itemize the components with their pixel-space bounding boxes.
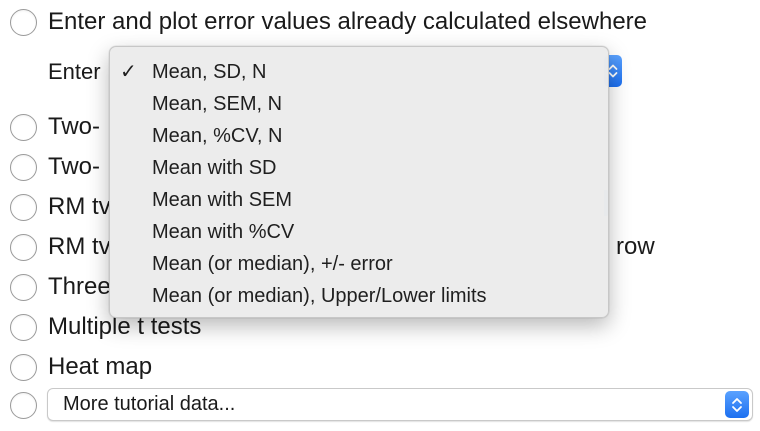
- enter-label: Enter: [48, 59, 101, 84]
- menu-item-label: Mean (or median), +/- error: [152, 253, 393, 275]
- radio-icon[interactable]: [10, 273, 37, 301]
- radio-icon[interactable]: [10, 153, 37, 181]
- radio-icon[interactable]: [10, 8, 37, 36]
- menu-item-label: Mean (or median), Upper/Lower limits: [152, 285, 487, 307]
- menu-item-label: Mean, SD, N: [152, 61, 267, 83]
- radio-icon[interactable]: [10, 313, 37, 341]
- option-label: Enter and plot error values already calc…: [48, 8, 648, 35]
- menu-item-mean-sd-n[interactable]: ✓ Mean, SD, N: [110, 56, 608, 88]
- option-label: RM tv: [48, 233, 111, 260]
- menu-item-mean-with-cv[interactable]: Mean with %CV: [110, 216, 608, 248]
- radio-icon[interactable]: [10, 193, 37, 221]
- option-label: Two-: [48, 113, 101, 140]
- radio-icon[interactable]: [10, 391, 37, 419]
- menu-item-mean-median-error[interactable]: Mean (or median), +/- error: [110, 248, 608, 280]
- tutorial-select-value: More tutorial data...: [63, 393, 236, 415]
- row-suffix-label: row: [616, 233, 655, 260]
- menu-item-label: Mean with SEM: [152, 189, 293, 211]
- option-label: Heat map: [48, 353, 153, 380]
- menu-item-mean-with-sem[interactable]: Mean with SEM: [110, 184, 608, 216]
- checkmark-icon: ✓: [120, 61, 137, 83]
- up-down-chevron-icon[interactable]: [725, 391, 749, 418]
- menu-item-mean-median-limits[interactable]: Mean (or median), Upper/Lower limits: [110, 280, 608, 312]
- menu-item-mean-cv-n[interactable]: Mean, %CV, N: [110, 120, 608, 152]
- radio-icon[interactable]: [10, 353, 37, 381]
- radio-icon[interactable]: [10, 233, 37, 261]
- error-format-menu: ✓ Mean, SD, N Mean, SEM, N Mean, %CV, N …: [109, 46, 609, 318]
- option-label: Two-: [48, 153, 101, 180]
- option-label: RM tv: [48, 193, 111, 220]
- menu-item-mean-with-sd[interactable]: Mean with SD: [110, 152, 608, 184]
- menu-item-label: Mean, SEM, N: [152, 93, 283, 115]
- tutorial-data-select[interactable]: More tutorial data...: [47, 388, 753, 421]
- menu-item-label: Mean, %CV, N: [152, 125, 283, 147]
- radio-icon[interactable]: [10, 113, 37, 141]
- menu-item-label: Mean with %CV: [152, 221, 295, 243]
- menu-item-label: Mean with SD: [152, 157, 277, 179]
- option-label: Three: [48, 273, 111, 300]
- menu-item-mean-sem-n[interactable]: Mean, SEM, N: [110, 88, 608, 120]
- format-options-panel: Enter and plot error values already calc…: [0, 0, 760, 431]
